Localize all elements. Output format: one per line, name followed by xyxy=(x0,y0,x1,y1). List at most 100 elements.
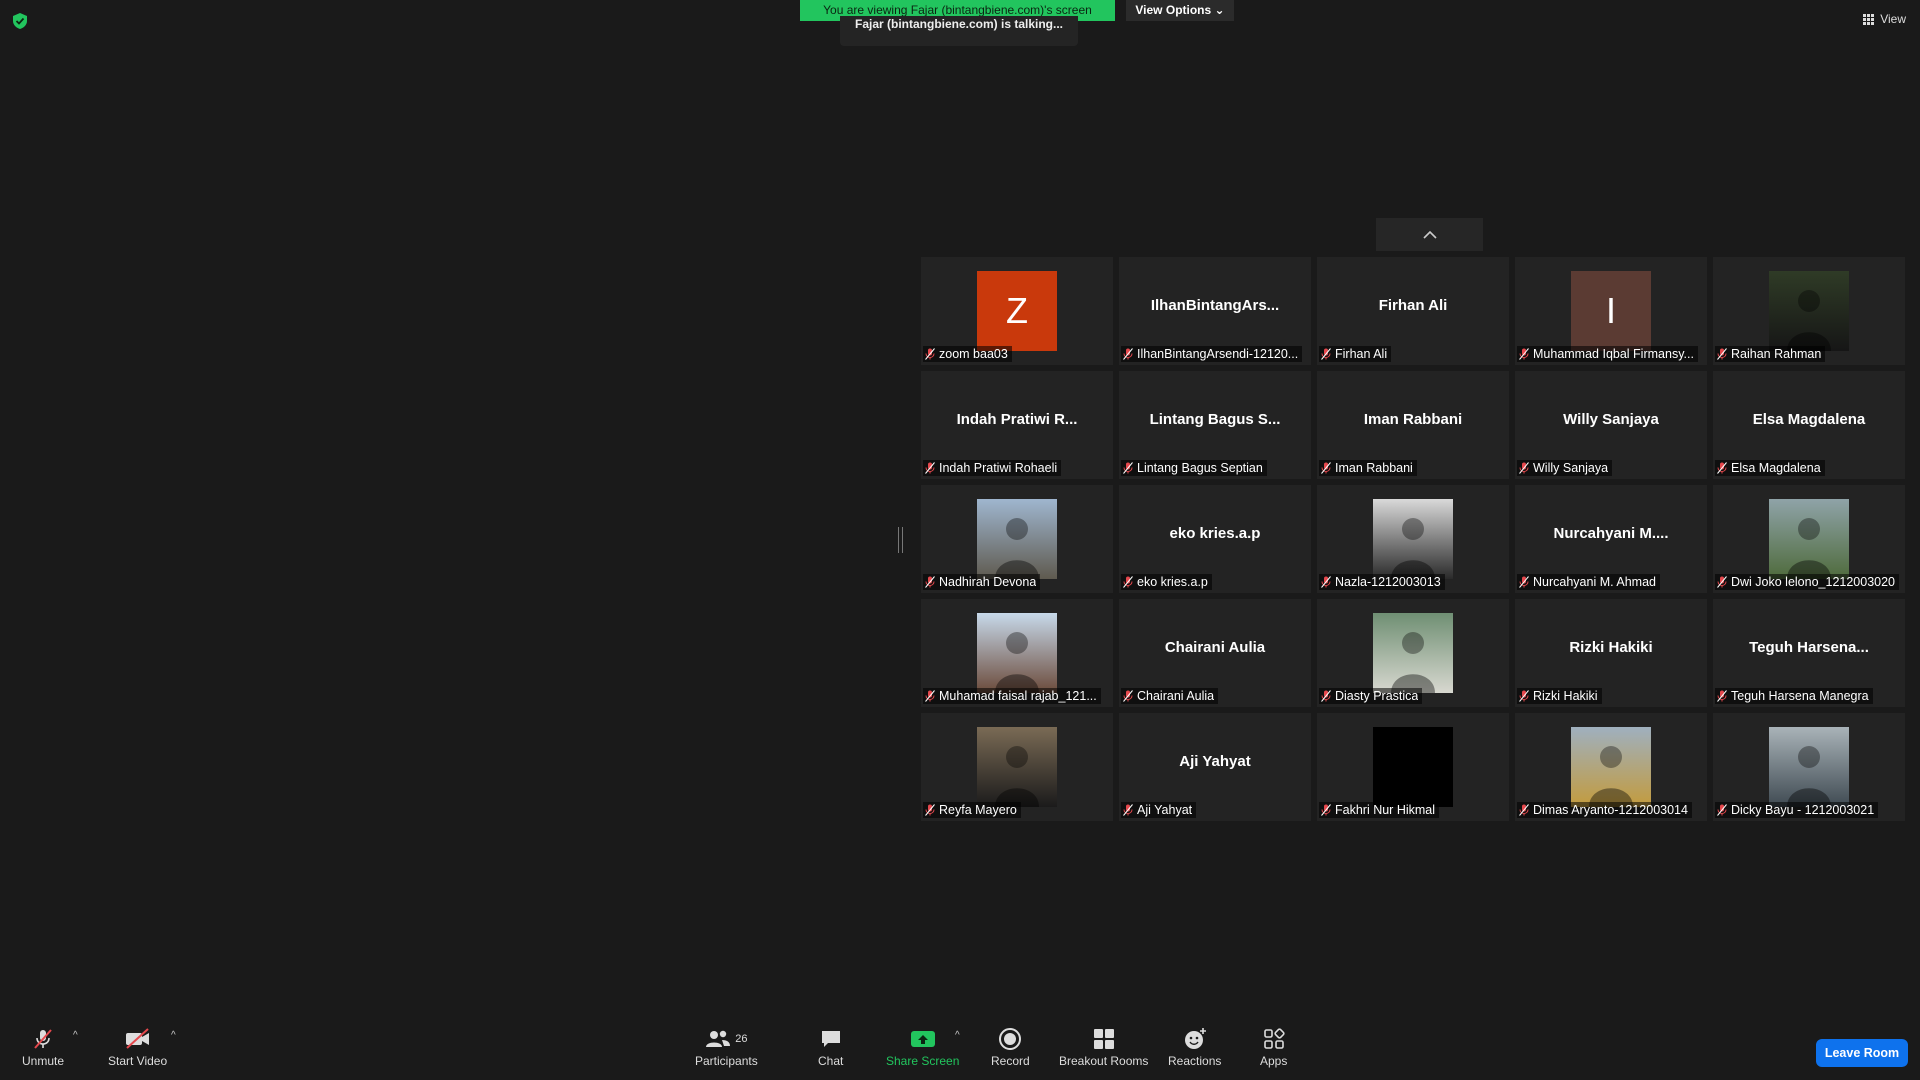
participant-name-label: Iman Rabbani xyxy=(1319,459,1507,477)
participant-profile-photo xyxy=(1373,613,1453,693)
panel-resize-handle[interactable] xyxy=(898,527,903,553)
muted-mic-icon xyxy=(925,690,935,702)
muted-mic-icon xyxy=(1519,576,1529,588)
apps-icon xyxy=(1263,1028,1285,1049)
participant-tile[interactable]: Lintang Bagus S... Lintang Bagus Septian xyxy=(1119,371,1311,479)
participant-display-name: Lintang Bagus S... xyxy=(1149,411,1281,428)
reactions-label: Reactions xyxy=(1168,1054,1222,1068)
participant-name-label: zoom baa03 xyxy=(923,345,1111,363)
muted-mic-icon xyxy=(1321,348,1331,360)
participant-name-label: Nazla-1212003013 xyxy=(1319,573,1507,591)
view-layout-button[interactable]: View xyxy=(1863,12,1906,26)
muted-mic-icon xyxy=(1717,690,1727,702)
participant-tile[interactable]: Dicky Bayu - 1212003021 xyxy=(1713,713,1905,821)
start-video-button[interactable]: Start Video xyxy=(108,1026,167,1068)
apps-button[interactable]: Apps xyxy=(1260,1026,1287,1068)
share-screen-button[interactable]: Share Screen xyxy=(886,1026,959,1068)
participant-tile[interactable]: Firhan Ali Firhan Ali xyxy=(1317,257,1509,365)
share-screen-arrow-icon xyxy=(910,1031,935,1047)
muted-mic-icon xyxy=(1321,462,1331,474)
participant-tile[interactable]: I Muhammad Iqbal Firmansy... xyxy=(1515,257,1707,365)
participant-tile[interactable]: eko kries.a.p eko kries.a.p xyxy=(1119,485,1311,593)
muted-mic-icon xyxy=(1123,690,1133,702)
gallery-scroll-up-button[interactable] xyxy=(1376,218,1483,251)
participant-name: Teguh Harsena Manegra xyxy=(1731,689,1869,703)
participant-tile[interactable]: Rizki Hakiki Rizki Hakiki xyxy=(1515,599,1707,707)
participant-tile[interactable]: IlhanBintangArs... IlhanBintangArsendi-12… xyxy=(1119,257,1311,365)
breakout-rooms-button[interactable]: Breakout Rooms xyxy=(1059,1026,1148,1068)
muted-mic-icon xyxy=(1123,348,1133,360)
chat-button[interactable]: Chat xyxy=(818,1026,843,1068)
reactions-smiley-icon xyxy=(1184,1028,1206,1049)
participants-label: Participants xyxy=(695,1054,758,1068)
participant-tile[interactable]: Elsa Magdalena Elsa Magdalena xyxy=(1713,371,1905,479)
participant-profile-photo xyxy=(977,727,1057,807)
participant-tile[interactable]: Dimas Aryanto-1212003014 xyxy=(1515,713,1707,821)
participant-tile[interactable]: Nurcahyani M.... Nurcahyani M. Ahmad xyxy=(1515,485,1707,593)
participant-display-name: Chairani Aulia xyxy=(1164,639,1266,656)
participant-tile[interactable]: Nadhirah Devona xyxy=(921,485,1113,593)
video-options-caret-icon[interactable]: ^ xyxy=(171,1030,176,1041)
participant-name: Dicky Bayu - 1212003021 xyxy=(1731,803,1875,817)
encryption-shield-icon[interactable] xyxy=(12,12,28,30)
participant-profile-photo xyxy=(977,613,1057,693)
person-silhouette-icon xyxy=(1391,746,1435,807)
participant-profile-photo xyxy=(1769,727,1849,807)
view-label: View xyxy=(1880,12,1906,26)
participant-name-label: Aji Yahyat xyxy=(1121,801,1309,819)
leave-room-button[interactable]: Leave Room xyxy=(1816,1039,1908,1067)
participant-tile[interactable]: Muhamad faisal rajab_121... xyxy=(921,599,1113,707)
participant-tile[interactable]: Zzoom baa03 xyxy=(921,257,1113,365)
participant-name-label: Muhamad faisal rajab_121... xyxy=(923,687,1111,705)
participant-name-label: Dicky Bayu - 1212003021 xyxy=(1715,801,1903,819)
participant-name-label: Fakhri Nur Hikmal xyxy=(1319,801,1507,819)
participant-tile[interactable]: Fakhri Nur Hikmal xyxy=(1317,713,1509,821)
participant-name-label: Reyfa Mayero xyxy=(923,801,1111,819)
participant-name: Muhamad faisal rajab_121... xyxy=(939,689,1097,703)
breakout-rooms-label: Breakout Rooms xyxy=(1059,1054,1149,1068)
record-button[interactable]: Record xyxy=(991,1026,1030,1068)
participant-tile[interactable]: Teguh Harsena... Teguh Harsena Manegra xyxy=(1713,599,1905,707)
participant-tile[interactable]: Chairani Aulia Chairani Aulia xyxy=(1119,599,1311,707)
participants-button[interactable]: 26 Participants xyxy=(695,1026,758,1068)
participant-display-name: Aji Yahyat xyxy=(1179,753,1251,770)
participant-display-name: eko kries.a.p xyxy=(1169,525,1261,542)
participant-avatar: Z xyxy=(977,271,1057,351)
unmute-button[interactable]: Unmute xyxy=(22,1026,64,1068)
breakout-rooms-icon xyxy=(1093,1029,1114,1049)
muted-mic-icon xyxy=(1321,690,1331,702)
participant-tile[interactable]: Nazla-1212003013 xyxy=(1317,485,1509,593)
view-options-button[interactable]: View Options ⌄ xyxy=(1126,0,1234,21)
reactions-button[interactable]: Reactions xyxy=(1168,1026,1221,1068)
chevron-up-icon xyxy=(1422,230,1437,239)
avatar-initial: Z xyxy=(1006,290,1028,331)
gallery-view: Zzoom baa03 IlhanBintangArs... IlhanBintan… xyxy=(921,257,1907,821)
person-silhouette-icon xyxy=(1391,518,1435,579)
muted-mic-icon xyxy=(1123,462,1133,474)
participant-tile[interactable]: Iman Rabbani Iman Rabbani xyxy=(1317,371,1509,479)
unmute-label: Unmute xyxy=(22,1054,65,1068)
muted-mic-icon xyxy=(925,462,935,474)
audio-options-caret-icon[interactable]: ^ xyxy=(73,1030,78,1041)
person-silhouette-icon xyxy=(995,518,1039,579)
share-screen-label: Share Screen xyxy=(886,1054,960,1068)
participant-tile[interactable]: Dwi Joko lelono_1212003020 xyxy=(1713,485,1905,593)
participant-tile[interactable]: Diasty Prastica xyxy=(1317,599,1509,707)
participant-name-label: IlhanBintangArsendi-12120... xyxy=(1121,345,1309,363)
participant-tile[interactable]: Willy Sanjaya Willy Sanjaya xyxy=(1515,371,1707,479)
participant-display-name: IlhanBintangArs... xyxy=(1150,297,1280,314)
participant-tile[interactable]: Raihan Rahman xyxy=(1713,257,1905,365)
participant-name: Reyfa Mayero xyxy=(939,803,1017,817)
participant-tile[interactable]: Indah Pratiwi R... Indah Pratiwi Rohaeli xyxy=(921,371,1113,479)
participant-name-label: Dwi Joko lelono_1212003020 xyxy=(1715,573,1903,591)
muted-mic-icon xyxy=(1717,348,1727,360)
talking-text: Fajar (bintangbiene.com) is talking... xyxy=(854,17,1064,31)
person-silhouette-icon xyxy=(1391,632,1435,693)
video-camera-off-icon xyxy=(125,1028,149,1049)
participant-tile[interactable]: Reyfa Mayero xyxy=(921,713,1113,821)
record-icon xyxy=(999,1028,1022,1050)
muted-mic-icon xyxy=(1321,576,1331,588)
active-speaker-notice: Fajar (bintangbiene.com) is talking... xyxy=(840,16,1078,46)
share-options-caret-icon[interactable]: ^ xyxy=(955,1030,960,1041)
participant-tile[interactable]: Aji Yahyat Aji Yahyat xyxy=(1119,713,1311,821)
